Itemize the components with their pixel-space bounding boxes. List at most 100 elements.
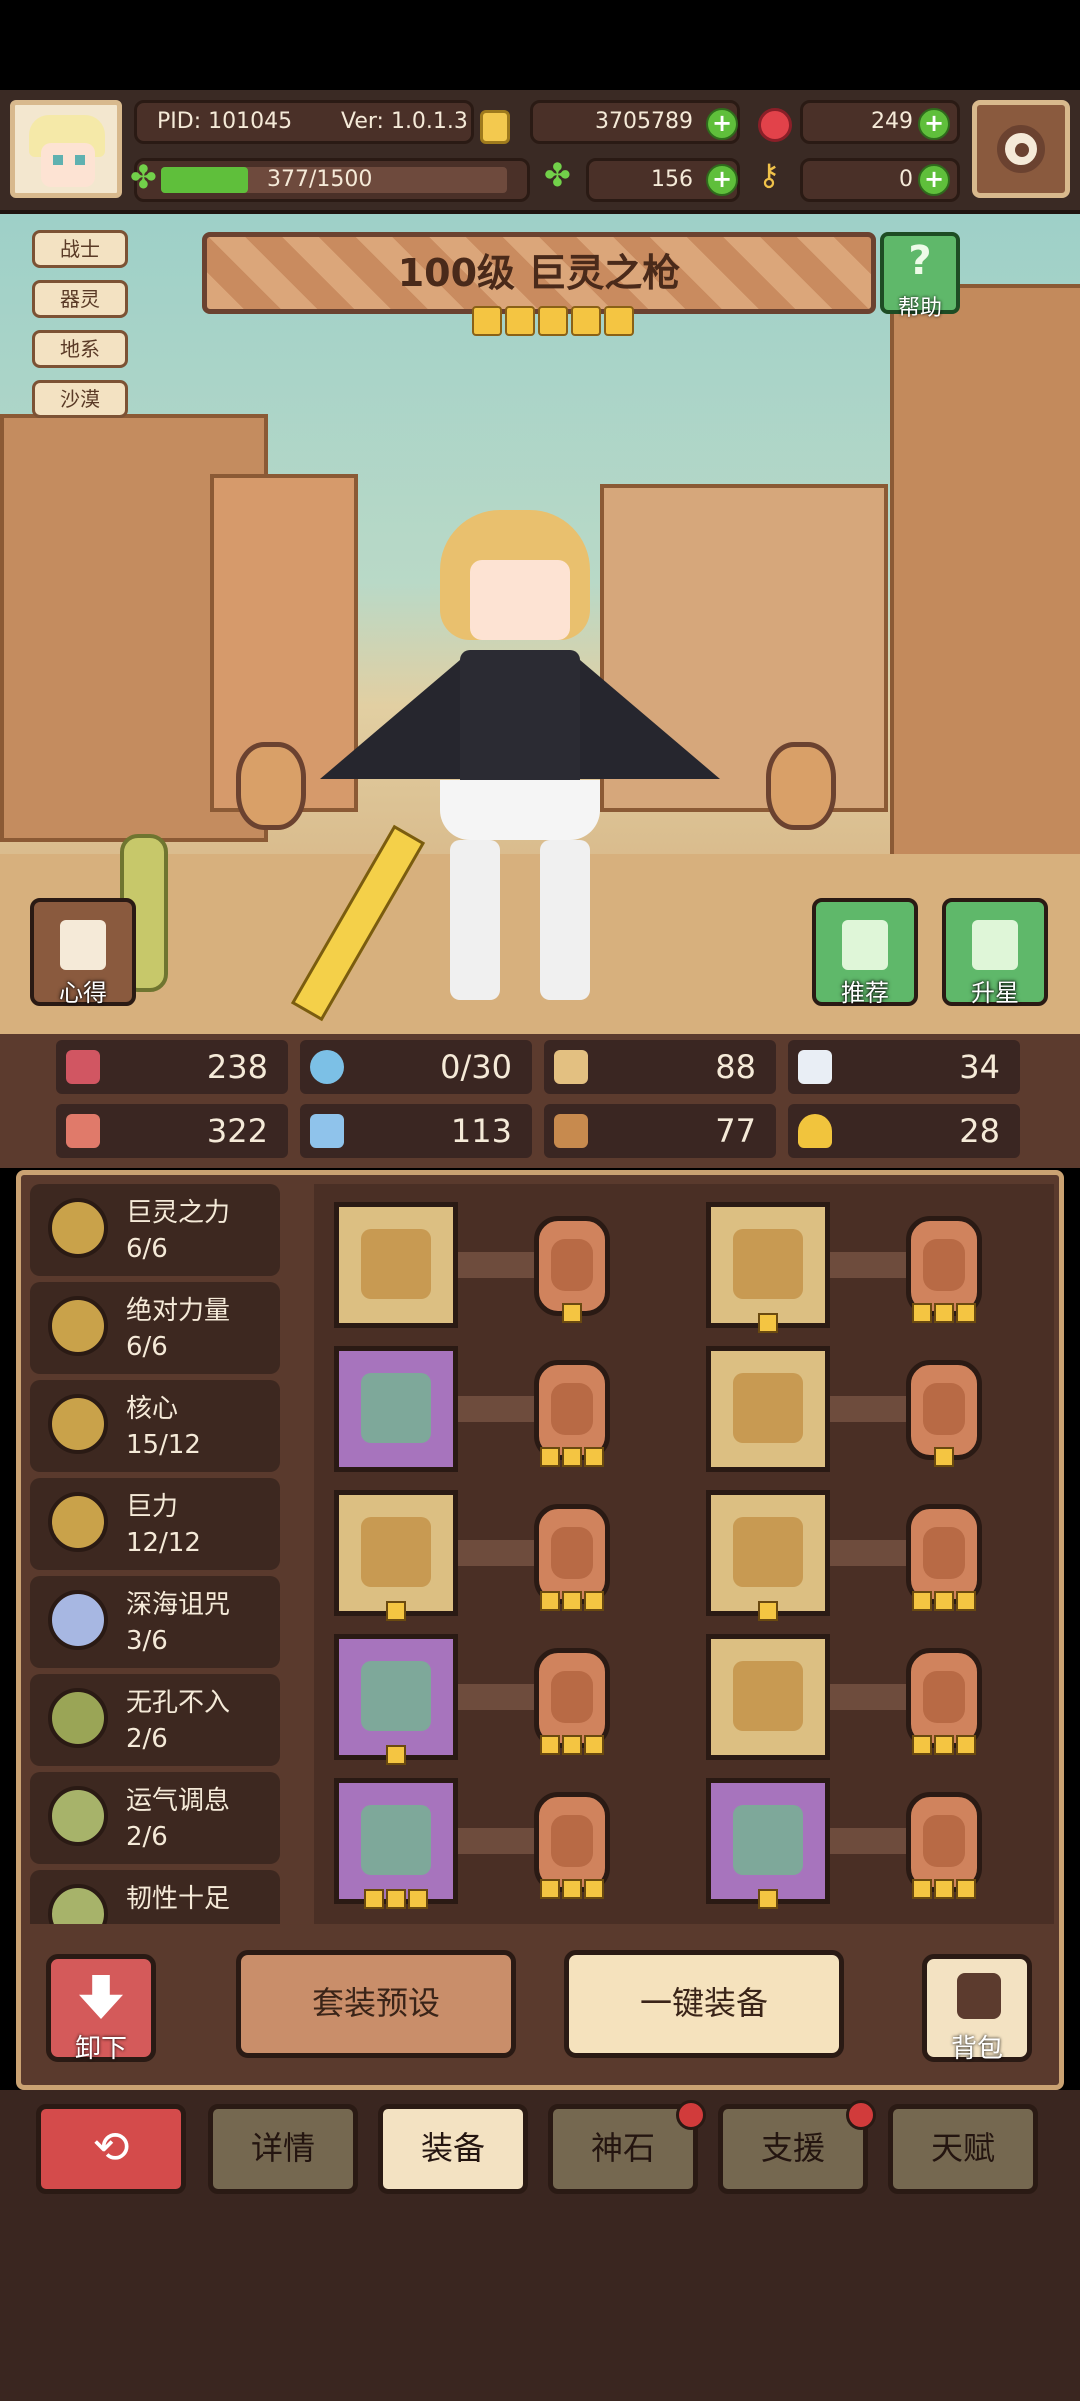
hero-title: 100级 巨灵之枪 bbox=[397, 251, 681, 295]
set-bonus-item[interactable]: 巨力 12/12 bbox=[30, 1478, 280, 1570]
ring-icon bbox=[733, 1661, 803, 1731]
unequip-button[interactable]: 卸下 bbox=[46, 1954, 156, 2064]
amulet-rune-slot[interactable] bbox=[534, 1648, 610, 1755]
armor-icon bbox=[733, 1373, 803, 1443]
set-bonus-item[interactable]: 韧性十足 bbox=[30, 1870, 280, 1924]
hero-star bbox=[571, 306, 601, 336]
help-button[interactable]: ? 帮助 bbox=[880, 232, 960, 321]
tag-class[interactable]: 战士 bbox=[32, 230, 128, 268]
ring-rune-slot[interactable] bbox=[906, 1648, 982, 1755]
down-arrow-icon bbox=[79, 1975, 123, 2019]
rune-icon bbox=[923, 1671, 965, 1723]
set-emblem-icon bbox=[48, 1884, 108, 1924]
staff-icon bbox=[361, 1373, 431, 1443]
boots-slot[interactable] bbox=[706, 1778, 830, 1909]
set-preset-button[interactable]: 套装预设 bbox=[236, 1950, 516, 2058]
set-count: 6/6 bbox=[126, 1332, 168, 1362]
boots-rune-slot[interactable] bbox=[906, 1792, 982, 1899]
key-add-button[interactable]: + bbox=[918, 164, 950, 196]
pid-label: PID: 101045 bbox=[157, 109, 293, 134]
star-icon bbox=[972, 920, 1018, 970]
pid-pill: PID: 101045 Ver: 1.0.1.3 bbox=[134, 100, 474, 144]
tab-4[interactable]: 天赋 bbox=[888, 2104, 1038, 2194]
rune-icon bbox=[551, 1239, 593, 1291]
heart-icon bbox=[66, 1050, 100, 1084]
gloves-icon bbox=[733, 1517, 803, 1587]
trinket-icon bbox=[361, 1805, 431, 1875]
set-count: 3/6 bbox=[126, 1626, 168, 1656]
back-button[interactable]: ⟲ bbox=[36, 2104, 186, 2194]
helmet-slot[interactable] bbox=[706, 1202, 830, 1333]
stat-mana: 0/30 bbox=[300, 1040, 532, 1094]
settings-gear-icon[interactable] bbox=[972, 100, 1070, 198]
set-count: 2/6 bbox=[126, 1822, 168, 1852]
auto-equip-button[interactable]: 一键装备 bbox=[564, 1950, 844, 2058]
bag-button[interactable]: 背包 bbox=[922, 1954, 1032, 2064]
tab-1[interactable]: 装备 bbox=[378, 2104, 528, 2194]
notification-badge bbox=[676, 2100, 706, 2130]
auto-equip-label: 一键装备 bbox=[639, 1984, 768, 2022]
gloves-rune-slot[interactable] bbox=[906, 1504, 982, 1611]
rune-icon bbox=[551, 1671, 593, 1723]
tab-label: 支援 bbox=[760, 2129, 825, 2167]
set-bonus-item[interactable]: 运气调息 2/6 bbox=[30, 1772, 280, 1864]
set-name: 巨力 bbox=[126, 1492, 179, 1522]
staff-rune-slot[interactable] bbox=[534, 1360, 610, 1467]
help-label: 帮助 bbox=[897, 296, 942, 321]
stat-block: 77 bbox=[544, 1104, 776, 1158]
armor-slot[interactable] bbox=[706, 1346, 830, 1472]
staff-slot[interactable] bbox=[334, 1346, 458, 1472]
set-count: 12/12 bbox=[126, 1528, 201, 1558]
tag-type[interactable]: 器灵 bbox=[32, 280, 128, 318]
recommend-label: 推荐 bbox=[841, 979, 889, 1007]
hero-character[interactable] bbox=[290, 490, 760, 1030]
recommend-button[interactable]: 推荐 bbox=[812, 898, 918, 1007]
shield-icon bbox=[554, 1050, 588, 1084]
necklace-slot[interactable] bbox=[334, 1490, 458, 1621]
gold-add-button[interactable]: + bbox=[706, 108, 738, 140]
weapon-slot[interactable] bbox=[334, 1202, 458, 1328]
hero-title-banner: 100级 巨灵之枪 bbox=[202, 232, 876, 314]
set-name: 无孔不入 bbox=[126, 1688, 231, 1718]
trinket-rune-slot[interactable] bbox=[534, 1792, 610, 1899]
hero-star bbox=[604, 306, 634, 336]
weapon-icon bbox=[361, 1229, 431, 1299]
rune-icon bbox=[923, 1527, 965, 1579]
amulet-slot[interactable] bbox=[334, 1634, 458, 1765]
rune-icon bbox=[551, 1815, 593, 1867]
set-bonus-item[interactable]: 无孔不入 2/6 bbox=[30, 1674, 280, 1766]
clover-add-button[interactable]: + bbox=[706, 164, 738, 196]
tab-0[interactable]: 详情 bbox=[208, 2104, 358, 2194]
set-name: 巨灵之力 bbox=[126, 1198, 231, 1228]
notes-button[interactable]: 心得 bbox=[30, 898, 136, 1007]
clover-value: 156 bbox=[651, 167, 693, 192]
set-bonus-item[interactable]: 核心 15/12 bbox=[30, 1380, 280, 1472]
necklace-icon bbox=[361, 1517, 431, 1587]
set-emblem-icon bbox=[48, 1492, 108, 1552]
set-name: 绝对力量 bbox=[126, 1296, 231, 1326]
set-bonus-item[interactable]: 深海诅咒 3/6 bbox=[30, 1576, 280, 1668]
necklace-rune-slot[interactable] bbox=[534, 1504, 610, 1611]
right-shield-icon bbox=[766, 742, 836, 830]
back-arrow-icon: ⟲ bbox=[92, 2122, 130, 2173]
rune-icon bbox=[551, 1527, 593, 1579]
tab-label: 天赋 bbox=[930, 2129, 995, 2167]
upgrade-star-button[interactable]: 升星 bbox=[942, 898, 1048, 1007]
weapon-rune-slot[interactable] bbox=[534, 1216, 610, 1323]
gloves-slot[interactable] bbox=[706, 1490, 830, 1621]
tag-terrain[interactable]: 沙漠 bbox=[32, 380, 128, 418]
set-bonus-item[interactable]: 绝对力量 6/6 bbox=[30, 1282, 280, 1374]
armor-rune-slot[interactable] bbox=[906, 1360, 982, 1467]
stat-crit: 28 bbox=[788, 1104, 1020, 1158]
tag-element[interactable]: 地系 bbox=[32, 330, 128, 368]
ring-slot[interactable] bbox=[706, 1634, 830, 1760]
gem-add-button[interactable]: + bbox=[918, 108, 950, 140]
player-avatar[interactable] bbox=[10, 100, 122, 198]
upgrade-label: 升星 bbox=[971, 979, 1019, 1007]
question-icon: ? bbox=[908, 238, 932, 284]
helmet-rune-slot[interactable] bbox=[906, 1216, 982, 1323]
trinket-slot[interactable] bbox=[334, 1778, 458, 1909]
set-name: 韧性十足 bbox=[126, 1884, 231, 1914]
set-bonus-list[interactable]: 巨灵之力 6/6 绝对力量 6/6 核心 15/12 巨力 12/12 深海诅咒 3/6 无孔不入 2… bbox=[30, 1184, 284, 1924]
set-bonus-item[interactable]: 巨灵之力 6/6 bbox=[30, 1184, 280, 1276]
